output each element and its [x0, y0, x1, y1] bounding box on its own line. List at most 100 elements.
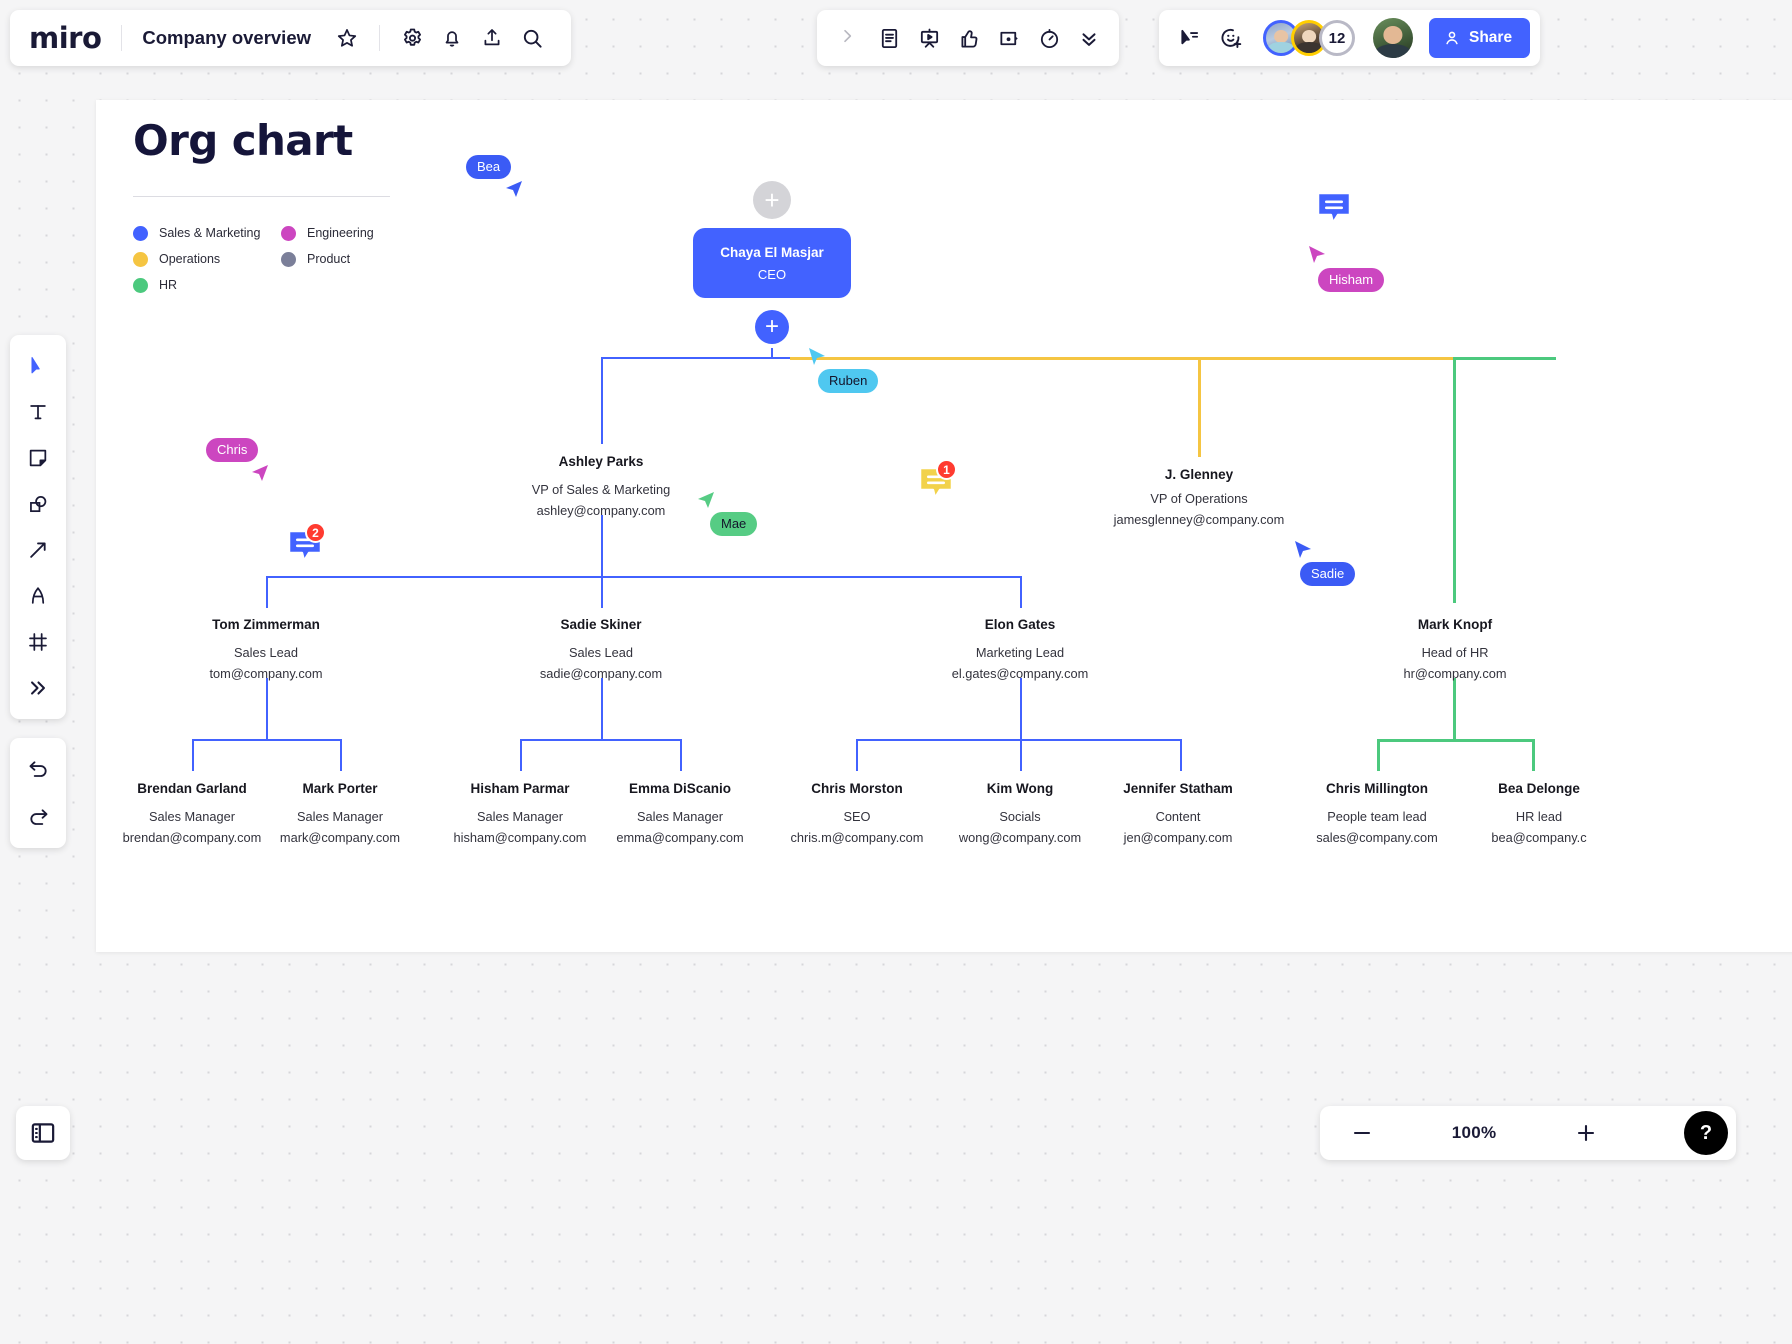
- comment-pin-yellow-1[interactable]: 1: [917, 465, 955, 510]
- org-node-email: mark@company.com: [280, 828, 400, 849]
- legend-item-product[interactable]: Product: [281, 246, 374, 272]
- share-button[interactable]: Share: [1429, 18, 1530, 58]
- sticky-note-tool[interactable]: [17, 437, 59, 479]
- cursor-pointer-icon: [1292, 538, 1312, 560]
- gear-icon[interactable]: [392, 18, 432, 58]
- legend-label: Operations: [159, 252, 220, 266]
- avatar-overflow-count[interactable]: 12: [1319, 20, 1355, 56]
- help-button[interactable]: ?: [1684, 1111, 1728, 1155]
- org-node-name: Sadie Skiner: [540, 615, 662, 635]
- zoom-controls: 100% ?: [1320, 1106, 1736, 1160]
- org-node-email: sadie@company.com: [540, 664, 662, 685]
- more-tools-icon[interactable]: [17, 667, 59, 709]
- connector-to-millington: [1377, 739, 1380, 771]
- legend-item-hr[interactable]: HR: [133, 272, 281, 298]
- miro-logo[interactable]: miro: [29, 24, 121, 53]
- upload-icon[interactable]: [472, 18, 512, 58]
- cursor-label: Sadie: [1300, 562, 1355, 586]
- legend-item-sales-marketing[interactable]: Sales & Marketing: [133, 220, 281, 246]
- org-node-j-glenney[interactable]: J. Glenney VP of Operations jamesglenney…: [1114, 465, 1285, 531]
- connector-to-chrism: [856, 739, 858, 771]
- chevrons-down-icon[interactable]: [1069, 18, 1109, 58]
- org-node-chris-millington[interactable]: Chris Millington People team lead sales@…: [1316, 779, 1438, 849]
- board-title[interactable]: Company overview: [122, 27, 327, 49]
- legend-dot-hr: [133, 278, 148, 293]
- pen-icon[interactable]: [17, 575, 59, 617]
- org-node-name: Ashley Parks: [532, 452, 670, 472]
- org-node-mark-knopf[interactable]: Mark Knopf Head of HR hr@company.com: [1403, 615, 1506, 685]
- legend-dot-sales-marketing: [133, 226, 148, 241]
- text-tool[interactable]: [17, 391, 59, 433]
- connector-to-sadie: [601, 576, 603, 608]
- org-node-ashley-parks[interactable]: Ashley Parks VP of Sales & Marketing ash…: [532, 452, 670, 522]
- org-node-email: emma@company.com: [616, 828, 743, 849]
- chevron-right-icon[interactable]: [839, 27, 855, 50]
- add-node-above-ceo-button[interactable]: +: [753, 181, 791, 219]
- org-node-kim-wong[interactable]: Kim Wong Socials wong@company.com: [959, 779, 1081, 849]
- cursor-label: Ruben: [818, 369, 878, 393]
- presentation-icon[interactable]: [909, 18, 949, 58]
- org-node-role: VP of Operations: [1114, 489, 1285, 510]
- org-node-emma-discanio[interactable]: Emma DiScanio Sales Manager emma@company…: [616, 779, 743, 849]
- frame-tool[interactable]: [17, 621, 59, 663]
- legend-item-engineering[interactable]: Engineering: [281, 220, 374, 246]
- cursor-pointer-icon: [504, 177, 524, 199]
- org-node-name: Kim Wong: [959, 779, 1081, 799]
- org-node-hisham-parmar[interactable]: Hisham Parmar Sales Manager hisham@compa…: [454, 779, 587, 849]
- cursor-label: Mae: [710, 512, 757, 536]
- org-node-jennifer-statham[interactable]: Jennifer Statham Content jen@company.com: [1123, 779, 1233, 849]
- panel-toggle-button[interactable]: [16, 1106, 70, 1160]
- org-node-role: Sales Lead: [209, 643, 322, 664]
- collaborator-avatars[interactable]: 12: [1263, 20, 1355, 56]
- current-user-avatar[interactable]: [1373, 18, 1413, 58]
- zoom-out-button[interactable]: [1342, 1113, 1382, 1153]
- legend-label: Engineering: [307, 226, 374, 240]
- org-node-email: brendan@company.com: [123, 828, 262, 849]
- org-node-role: Sales Manager: [280, 807, 400, 828]
- star-icon[interactable]: [327, 18, 367, 58]
- comment-pin-blue[interactable]: [1315, 190, 1353, 235]
- arrow-icon[interactable]: [17, 529, 59, 571]
- redo-icon[interactable]: [17, 796, 59, 838]
- org-node-ceo[interactable]: Chaya El Masjar CEO: [693, 228, 851, 298]
- cursor-share-icon[interactable]: [1169, 18, 1209, 58]
- legend-item-operations[interactable]: Operations: [133, 246, 281, 272]
- zoom-level-label[interactable]: 100%: [1452, 1123, 1497, 1143]
- cursor-pointer-icon: [806, 345, 826, 367]
- org-node-role: Sales Lead: [540, 643, 662, 664]
- comment-count-badge: 1: [936, 459, 957, 480]
- bell-icon[interactable]: [432, 18, 472, 58]
- org-node-mark-porter[interactable]: Mark Porter Sales Manager mark@company.c…: [280, 779, 400, 849]
- undo-icon[interactable]: [17, 748, 59, 790]
- connector-sadie-bus: [520, 739, 682, 741]
- comment-count-badge: 2: [305, 522, 326, 543]
- connector-to-hisham: [520, 739, 522, 771]
- add-reaction-icon[interactable]: [1211, 18, 1251, 58]
- notes-icon[interactable]: [869, 18, 909, 58]
- org-node-name: Chris Millington: [1316, 779, 1438, 799]
- share-person-icon: [1443, 29, 1461, 47]
- org-node-email: jen@company.com: [1123, 828, 1233, 849]
- org-node-brendan-garland[interactable]: Brendan Garland Sales Manager brendan@co…: [123, 779, 262, 849]
- add-node-below-ceo-button[interactable]: +: [755, 310, 789, 344]
- org-node-role: SEO: [791, 807, 924, 828]
- org-node-bea-delonge[interactable]: Bea Delonge HR lead bea@company.c: [1491, 779, 1586, 849]
- org-node-elon-gates[interactable]: Elon Gates Marketing Lead el.gates@compa…: [952, 615, 1089, 685]
- org-node-name: Bea Delonge: [1491, 779, 1586, 799]
- thumbs-up-icon[interactable]: [949, 18, 989, 58]
- comment-icon: [1315, 190, 1353, 230]
- shapes-tool[interactable]: [17, 483, 59, 525]
- org-node-sadie-skiner[interactable]: Sadie Skiner Sales Lead sadie@company.co…: [540, 615, 662, 685]
- comment-pin-blue-2[interactable]: 2: [286, 528, 324, 573]
- connector-to-markporter: [340, 739, 342, 771]
- board-frame[interactable]: Org chart Sales & Marketing Operations H…: [96, 100, 1792, 952]
- zoom-in-button[interactable]: [1566, 1113, 1606, 1153]
- select-tool[interactable]: [17, 345, 59, 387]
- org-node-chris-morston[interactable]: Chris Morston SEO chris.m@company.com: [791, 779, 924, 849]
- org-node-tom-zimmerman[interactable]: Tom Zimmerman Sales Lead tom@company.com: [209, 615, 322, 685]
- search-icon[interactable]: [512, 18, 552, 58]
- frame-icon[interactable]: [989, 18, 1029, 58]
- timer-icon[interactable]: [1029, 18, 1069, 58]
- connector-to-elon: [1020, 576, 1022, 608]
- share-label: Share: [1469, 29, 1512, 47]
